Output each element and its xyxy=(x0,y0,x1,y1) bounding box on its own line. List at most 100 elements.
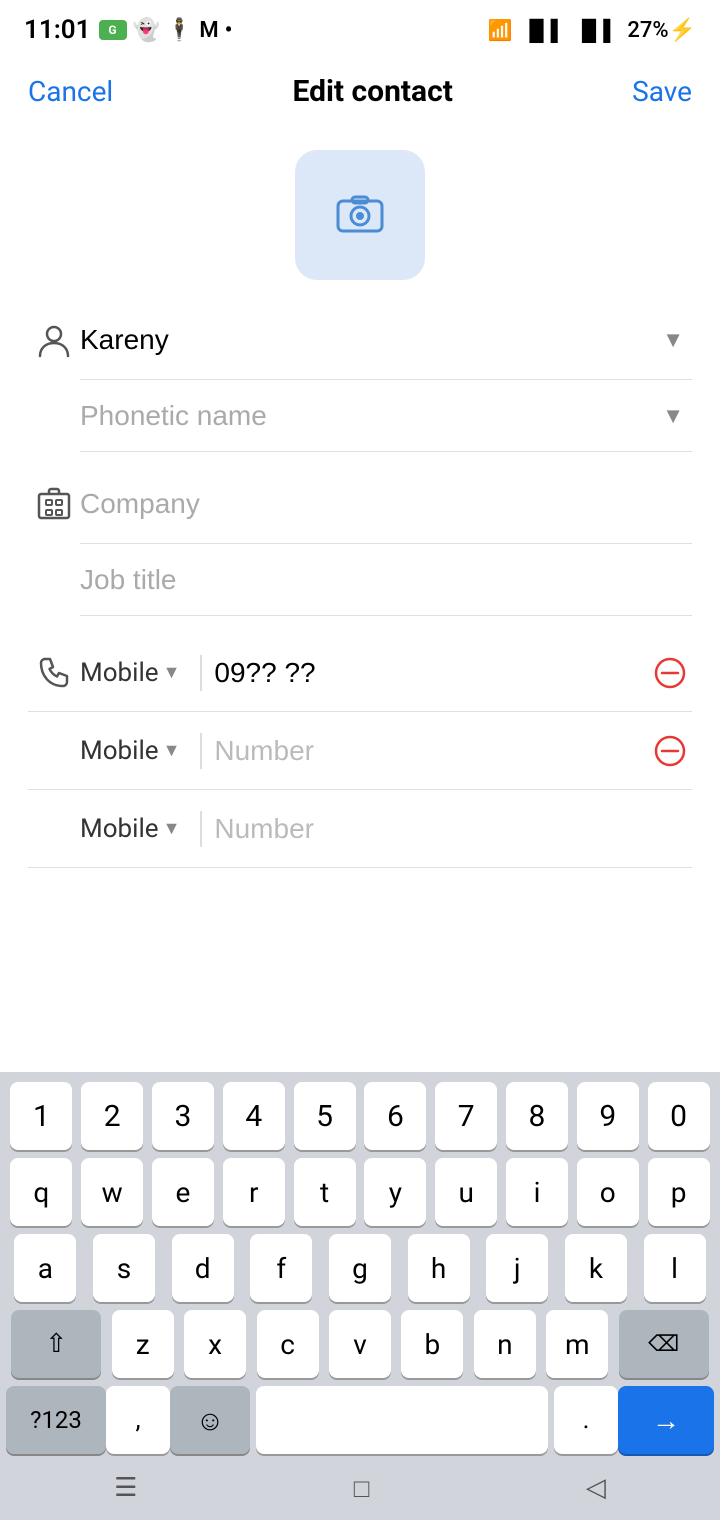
key-m[interactable]: m xyxy=(546,1310,608,1378)
phone-row-3: Mobile ▼ xyxy=(28,790,692,868)
key-8[interactable]: 8 xyxy=(506,1082,568,1150)
numeric-key[interactable]: ?123 xyxy=(6,1386,106,1454)
key-d[interactable]: d xyxy=(172,1234,234,1302)
space-key[interactable] xyxy=(256,1386,548,1454)
phonetic-dropdown-icon[interactable]: ▼ xyxy=(662,403,684,429)
key-q[interactable]: q xyxy=(10,1158,72,1226)
key-c[interactable]: c xyxy=(257,1310,319,1378)
phone-type-chevron-2: ▼ xyxy=(163,740,181,761)
key-i[interactable]: i xyxy=(506,1158,568,1226)
keyboard-qwerty-row: q w e r t y u i o p xyxy=(6,1158,714,1226)
battery-display: 27%⚡ xyxy=(627,18,696,43)
key-n[interactable]: n xyxy=(474,1310,536,1378)
key-1[interactable]: 1 xyxy=(10,1082,72,1150)
status-bar: 11:01 G 👻 🕴 M • 📶 ▐▌▌ ▐▌▌ 27%⚡ xyxy=(0,0,720,56)
status-indicators: 📶 ▐▌▌ ▐▌▌ 27%⚡ xyxy=(487,18,696,43)
backspace-key[interactable]: ⌫ xyxy=(619,1310,709,1378)
phone-type-dropdown-2[interactable]: Mobile ▼ xyxy=(80,736,188,766)
key-y[interactable]: y xyxy=(364,1158,426,1226)
signal-icon1: ▐▌▌ xyxy=(522,18,565,43)
key-v[interactable]: v xyxy=(329,1310,391,1378)
key-t[interactable]: t xyxy=(294,1158,356,1226)
comma-key[interactable]: , xyxy=(106,1386,170,1454)
phonetic-name-input[interactable] xyxy=(80,392,654,440)
key-4[interactable]: 4 xyxy=(223,1082,285,1150)
key-7[interactable]: 7 xyxy=(435,1082,497,1150)
key-w[interactable]: w xyxy=(81,1158,143,1226)
key-5[interactable]: 5 xyxy=(294,1082,356,1150)
company-field-row xyxy=(0,464,720,544)
key-z[interactable]: z xyxy=(112,1310,174,1378)
phone-type-label-1: Mobile xyxy=(80,658,159,688)
key-k[interactable]: k xyxy=(565,1234,627,1302)
remove-phone-1-button[interactable] xyxy=(648,651,692,695)
key-x[interactable]: x xyxy=(184,1310,246,1378)
key-b[interactable]: b xyxy=(401,1310,463,1378)
lightning-icon: ⚡ xyxy=(669,18,696,43)
avatar-placeholder[interactable] xyxy=(295,150,425,280)
time-display: 11:01 xyxy=(24,15,91,45)
remove-phone-2-button[interactable] xyxy=(648,729,692,773)
key-g[interactable]: g xyxy=(329,1234,391,1302)
key-2[interactable]: 2 xyxy=(81,1082,143,1150)
key-6[interactable]: 6 xyxy=(364,1082,426,1150)
key-l[interactable]: l xyxy=(644,1234,706,1302)
phone-row-1: Mobile ▼ xyxy=(28,634,692,712)
phone-number-input-3[interactable] xyxy=(214,805,692,853)
phone-type-chevron-1: ▼ xyxy=(163,662,181,683)
back-nav-icon[interactable]: ◁ xyxy=(586,1473,606,1503)
page-title: Edit contact xyxy=(292,74,452,109)
avatar-section[interactable] xyxy=(0,126,720,300)
key-p[interactable]: p xyxy=(648,1158,710,1226)
phonetic-name-row: ▼ xyxy=(0,380,720,452)
action-bar: Cancel Edit contact Save xyxy=(0,56,720,126)
key-e[interactable]: e xyxy=(152,1158,214,1226)
key-a[interactable]: a xyxy=(14,1234,76,1302)
gmail-icon: M xyxy=(199,18,218,43)
key-s[interactable]: s xyxy=(93,1234,155,1302)
name-dropdown-icon[interactable]: ▼ xyxy=(662,327,684,353)
key-o[interactable]: o xyxy=(577,1158,639,1226)
company-icon xyxy=(28,486,80,522)
job-title-row xyxy=(0,544,720,616)
phone-type-dropdown-3[interactable]: Mobile ▼ xyxy=(80,814,188,844)
key-0[interactable]: 0 xyxy=(648,1082,710,1150)
save-button[interactable]: Save xyxy=(632,75,692,108)
keyboard: 1 2 3 4 5 6 7 8 9 0 q w e r t y u i o p … xyxy=(0,1072,720,1520)
key-9[interactable]: 9 xyxy=(577,1082,639,1150)
phone-type-dropdown-1[interactable]: Mobile ▼ xyxy=(80,658,188,688)
enter-key[interactable]: → xyxy=(618,1386,714,1454)
key-f[interactable]: f xyxy=(250,1234,312,1302)
shift-key[interactable]: ⇧ xyxy=(11,1310,101,1378)
key-r[interactable]: r xyxy=(223,1158,285,1226)
separator-2 xyxy=(200,733,202,769)
job-title-input[interactable] xyxy=(80,556,684,604)
nav-bar: ☰ □ ◁ xyxy=(6,1462,714,1514)
phonetic-field-content: ▼ xyxy=(80,380,692,452)
phone-type-label-2: Mobile xyxy=(80,736,159,766)
person-icon xyxy=(28,322,80,358)
home-nav-icon[interactable]: □ xyxy=(354,1473,370,1504)
separator-1 xyxy=(200,655,202,691)
keyboard-number-row: 1 2 3 4 5 6 7 8 9 0 xyxy=(6,1082,714,1150)
period-key[interactable]: . xyxy=(554,1386,618,1454)
status-time: 11:01 G 👻 🕴 M • xyxy=(24,15,232,45)
form-section: ▼ ▼ xyxy=(0,300,720,868)
name-input[interactable] xyxy=(80,316,654,364)
dot-icon: • xyxy=(225,18,233,43)
key-j[interactable]: j xyxy=(486,1234,548,1302)
phone-number-input-1[interactable] xyxy=(214,649,648,697)
key-h[interactable]: h xyxy=(408,1234,470,1302)
signal-icon2: ▐▌▌ xyxy=(575,18,618,43)
menu-nav-icon[interactable]: ☰ xyxy=(114,1473,137,1503)
key-3[interactable]: 3 xyxy=(152,1082,214,1150)
phone-number-input-2[interactable] xyxy=(214,727,648,775)
job-title-field-content xyxy=(80,544,692,616)
key-u[interactable]: u xyxy=(435,1158,497,1226)
camera-icon xyxy=(334,187,386,243)
emoji-key[interactable]: ☺ xyxy=(170,1386,250,1454)
cancel-button[interactable]: Cancel xyxy=(28,75,113,108)
company-input[interactable] xyxy=(80,480,684,528)
notification-icons: G 👻 🕴 M • xyxy=(99,18,233,43)
battery-percent: 27% xyxy=(627,18,668,43)
